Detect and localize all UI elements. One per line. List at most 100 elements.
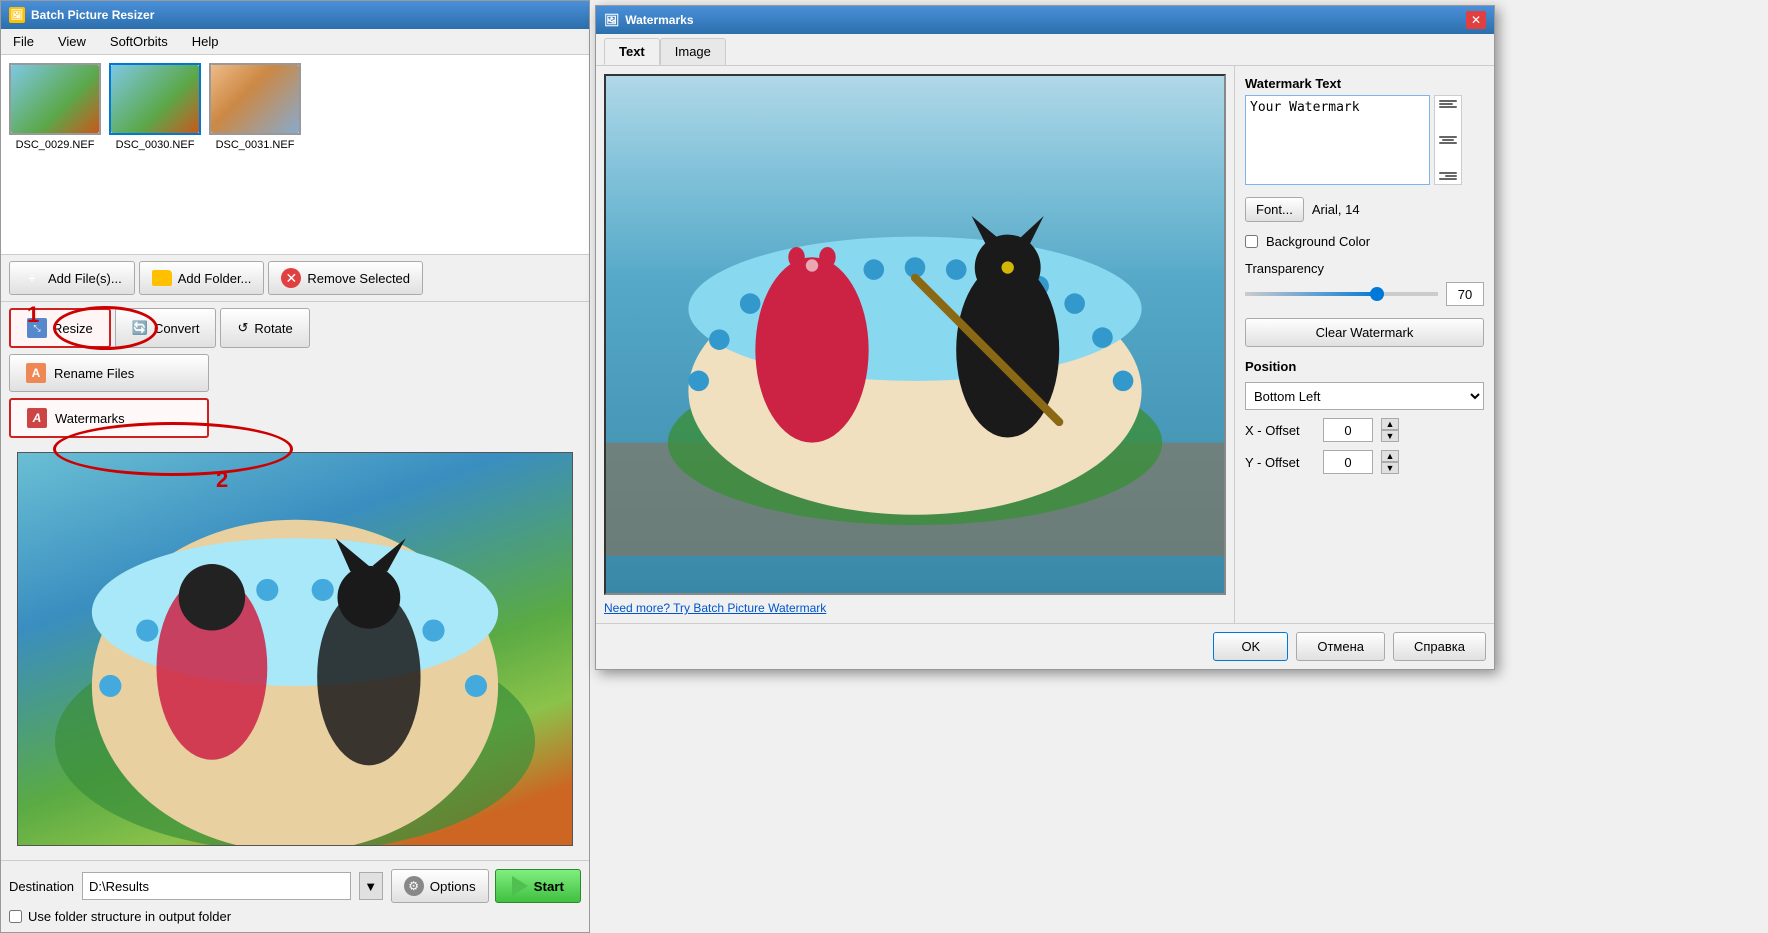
- watermark-text-label: Watermark Text: [1245, 76, 1484, 91]
- watermark-text-input[interactable]: Your Watermark: [1245, 95, 1430, 185]
- app-icon: 🖼: [9, 7, 25, 23]
- dialog-body: Need more? Try Batch Picture Watermark W…: [596, 66, 1494, 623]
- tab-text[interactable]: Text: [604, 38, 660, 65]
- options-label: Options: [430, 879, 476, 894]
- thumbnail-image-2: [209, 63, 301, 135]
- clear-watermark-button[interactable]: Clear Watermark: [1245, 318, 1484, 347]
- transparency-value-box[interactable]: 70: [1446, 282, 1484, 306]
- x-offset-input[interactable]: 0: [1323, 418, 1373, 442]
- dialog-tabs: Text Image: [596, 34, 1494, 66]
- main-toolbar: + Add File(s)... Add Folder... ✕ Remove …: [1, 255, 589, 302]
- rename-label: Rename Files: [54, 366, 134, 381]
- rotate-label: Rotate: [254, 321, 292, 336]
- font-info-text: Arial, 14: [1312, 202, 1360, 217]
- font-button[interactable]: Font...: [1245, 197, 1304, 222]
- add-files-icon: +: [22, 268, 42, 288]
- position-select[interactable]: Top Left Top Center Top Right Middle Lef…: [1245, 382, 1484, 410]
- x-offset-row: X - Offset 0 ▲ ▼: [1245, 418, 1484, 442]
- y-offset-input[interactable]: 0: [1323, 450, 1373, 474]
- dialog-preview-frame: [604, 74, 1226, 595]
- destination-row: Destination ▼ ⚙ Options Start: [9, 869, 581, 903]
- cancel-button[interactable]: Отмена: [1296, 632, 1385, 661]
- rename-files-button[interactable]: A Rename Files: [9, 354, 209, 392]
- dialog-right-panel: Watermark Text Your Watermark: [1234, 66, 1494, 623]
- transparency-slider-row: 70: [1245, 282, 1484, 306]
- thumbnail-item-0[interactable]: DSC_0029.NEF: [9, 63, 101, 246]
- dialog-title-bar: 🖼 Watermarks ✕: [596, 6, 1494, 34]
- align-left-icon[interactable]: [1439, 100, 1457, 108]
- watermark-text-row: Your Watermark: [1245, 95, 1484, 185]
- rotate-icon: ↺: [237, 320, 248, 336]
- thumbnail-strip: DSC_0029.NEF DSC_0030.NEF DSC_0031.NEF: [1, 55, 589, 255]
- thumbnail-item-1[interactable]: DSC_0030.NEF: [109, 63, 201, 246]
- position-label: Position: [1245, 359, 1484, 374]
- cake-svg-preview: [18, 453, 572, 845]
- add-folder-label: Add Folder...: [178, 271, 252, 286]
- transparency-slider[interactable]: [1245, 292, 1438, 296]
- folder-structure-row: Use folder structure in output folder: [9, 909, 581, 924]
- folder-structure-label: Use folder structure in output folder: [28, 909, 231, 924]
- x-offset-spinner: ▲ ▼: [1381, 418, 1399, 442]
- align-right-icon[interactable]: [1439, 172, 1457, 180]
- main-preview-image: [18, 453, 572, 845]
- remove-selected-button[interactable]: ✕ Remove Selected: [268, 261, 423, 295]
- add-files-label: Add File(s)...: [48, 271, 122, 286]
- main-preview-area: [17, 452, 573, 846]
- thumbnail-image-0: [9, 63, 101, 135]
- rotate-button[interactable]: ↺ Rotate: [220, 308, 309, 348]
- thumbnail-item-2[interactable]: DSC_0031.NEF: [209, 63, 301, 246]
- main-app-window: 🖼 Batch Picture Resizer File View SoftOr…: [0, 0, 590, 933]
- watermarks-button[interactable]: A Watermarks: [9, 398, 209, 438]
- menu-softorbits[interactable]: SoftOrbits: [106, 32, 172, 51]
- app-title-bar: 🖼 Batch Picture Resizer: [1, 1, 589, 29]
- thumbnail-label-1: DSC_0030.NEF: [116, 139, 195, 151]
- dialog-footer: OK Отмена Справка: [596, 623, 1494, 669]
- y-offset-row: Y - Offset 0 ▲ ▼: [1245, 450, 1484, 474]
- y-offset-up[interactable]: ▲: [1381, 450, 1399, 462]
- cake-thumb-1: [111, 65, 199, 133]
- watermarks-icon: A: [27, 408, 47, 428]
- destination-label: Destination: [9, 879, 74, 894]
- resize-button[interactable]: ⤡ Resize: [9, 308, 111, 348]
- convert-button[interactable]: 🔄 Convert: [115, 308, 217, 348]
- align-center-icon[interactable]: [1439, 136, 1457, 144]
- font-section: Font... Arial, 14: [1245, 197, 1484, 222]
- watermarks-dialog: 🖼 Watermarks ✕ Text Image: [595, 5, 1495, 670]
- add-files-button[interactable]: + Add File(s)...: [9, 261, 135, 295]
- x-offset-up[interactable]: ▲: [1381, 418, 1399, 430]
- y-offset-down[interactable]: ▼: [1381, 462, 1399, 474]
- destination-dropdown-btn[interactable]: ▼: [359, 872, 383, 900]
- tab-image[interactable]: Image: [660, 38, 726, 65]
- dialog-title-icon: 🖼: [604, 13, 619, 27]
- add-folder-icon: [152, 270, 172, 286]
- app-title: Batch Picture Resizer: [31, 8, 154, 22]
- start-button[interactable]: Start: [495, 869, 581, 903]
- batch-watermark-link[interactable]: Need more? Try Batch Picture Watermark: [604, 601, 1226, 615]
- y-offset-spinner: ▲ ▼: [1381, 450, 1399, 474]
- background-color-checkbox[interactable]: [1245, 235, 1258, 248]
- add-folder-button[interactable]: Add Folder...: [139, 261, 265, 295]
- dialog-title: Watermarks: [625, 13, 693, 27]
- dialog-close-button[interactable]: ✕: [1466, 11, 1486, 29]
- menu-view[interactable]: View: [54, 32, 90, 51]
- dialog-preview-panel: Need more? Try Batch Picture Watermark: [596, 66, 1234, 623]
- watermarks-label: Watermarks: [55, 411, 125, 426]
- transparency-section: Transparency 70: [1245, 261, 1484, 306]
- convert-label: Convert: [154, 321, 200, 336]
- ok-button[interactable]: OK: [1213, 632, 1288, 661]
- menu-file[interactable]: File: [9, 32, 38, 51]
- help-button[interactable]: Справка: [1393, 632, 1486, 661]
- thumbnail-image-1: [109, 63, 201, 135]
- folder-structure-checkbox[interactable]: [9, 910, 22, 923]
- thumbnail-label-2: DSC_0031.NEF: [216, 139, 295, 151]
- menu-help[interactable]: Help: [188, 32, 223, 51]
- watermark-text-section: Watermark Text Your Watermark: [1245, 76, 1484, 185]
- destination-input[interactable]: [82, 872, 351, 900]
- options-button[interactable]: ⚙ Options: [391, 869, 489, 903]
- thumbnail-label-0: DSC_0029.NEF: [16, 139, 95, 151]
- gear-icon: ⚙: [404, 876, 424, 896]
- x-offset-down[interactable]: ▼: [1381, 430, 1399, 442]
- rename-icon: A: [26, 363, 46, 383]
- y-offset-label: Y - Offset: [1245, 455, 1315, 470]
- text-align-panel: [1434, 95, 1462, 185]
